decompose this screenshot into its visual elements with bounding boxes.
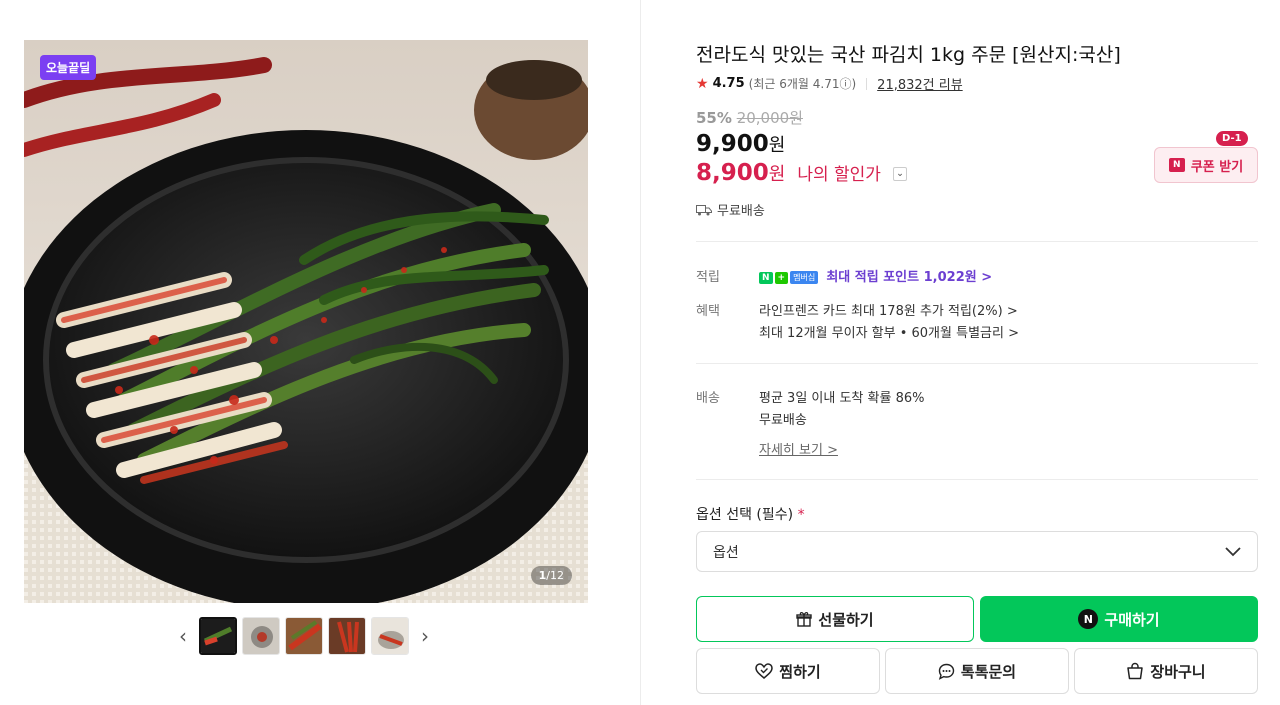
chevron-down-icon [1225,546,1241,556]
delivery-free: 무료배송 [759,413,807,428]
original-price: 20,000원 [736,109,803,127]
coupon-label: 쿠폰 받기 [1190,159,1244,175]
option-title: 옵션 선택 (필수) * [696,504,805,524]
points-label: 적립 [696,270,720,285]
free-shipping-row: 무료배송 [696,200,765,219]
npay-member: 멤버십 [790,271,819,284]
card-benefit-link[interactable]: 라인프렌즈 카드 최대 178원 추가 적립(2%) > [759,300,1018,319]
my-price-label: 나의 할인가 [797,165,881,185]
delivery-more-link[interactable]: 자세히 보기 > [759,439,838,458]
discount-percent: 55% [696,109,732,127]
thumbnail-1[interactable] [199,617,237,655]
divider-2 [696,363,1258,364]
kimchi-photo [24,40,588,603]
thumbnail-3[interactable] [285,617,323,655]
thumbnail-5[interactable] [371,617,409,655]
star-icon: ★ [696,75,709,92]
sale-price-value: 9,900 [696,131,769,157]
sale-price-unit: 원 [768,135,786,156]
image-counter: 1/12 [530,566,572,585]
review-count-link[interactable]: 21,832건 리뷰 [877,74,963,93]
rating-score: 4.75 [712,76,745,91]
thumbnail-2[interactable] [242,617,280,655]
option-select-value: 옵션 [713,544,739,561]
installment-link[interactable]: 최대 12개월 무이자 할부 • 60개월 특별금리 > [759,322,1019,341]
sale-price: 9,900원 [696,131,785,157]
thumbnail-4[interactable] [328,617,366,655]
divider-3 [696,479,1258,480]
heart-icon [755,663,774,679]
buy-button[interactable]: N 구매하기 [980,596,1258,642]
coupon-button[interactable]: N 쿠폰 받기 [1154,147,1258,183]
gift-button[interactable]: 선물하기 [696,596,974,642]
recent-rating: (최근 6개월 4.71ⓘ) [748,77,857,91]
today-deal-badge: 오늘끝딜 [40,55,97,80]
my-discount-price[interactable]: 8,900원 나의 할인가 ⌄ [696,160,907,186]
naver-n-icon: N [1168,158,1185,172]
buy-label: 구매하기 [1104,610,1160,629]
talk-inquiry-button[interactable]: 톡톡문의 [885,648,1069,694]
talk-inquiry-label: 톡톡문의 [960,662,1017,681]
gift-label: 선물하기 [818,610,874,629]
product-main-image[interactable]: 오늘끝딜 1/12 [24,40,588,603]
option-title-text: 옵션 선택 (필수) [696,507,794,523]
option-select[interactable]: 옵션 [696,531,1258,572]
cart-button[interactable]: 장바구니 [1074,648,1258,694]
thumbnail-strip: ‹ › [172,617,436,655]
chevron-left-icon[interactable]: ‹ [172,617,194,655]
points-row[interactable]: N + 멤버십 최대 적립 포인트 1,022원 > [759,266,992,285]
coupon-dday-badge: D-1 [1216,131,1248,146]
benefit-label: 혜택 [696,304,720,319]
wishlist-label: 찜하기 [779,662,821,681]
shopping-bag-icon [1127,662,1144,680]
chevron-down-icon[interactable]: ⌄ [892,166,907,181]
max-points-text: 최대 적립 포인트 1,022원 > [826,270,993,285]
npay-membership-badge: N + 멤버십 [759,271,819,284]
chat-bubble-icon [938,663,955,680]
rating-row: ★ 4.75 (최근 6개월 4.71ⓘ) 21,832건 리뷰 [696,74,963,94]
required-mark: * [797,507,805,523]
gift-icon [796,612,813,627]
product-title: 전라도식 맛있는 국산 파김치 1kg 주문 [원산지:국산] [696,44,1121,66]
recent-rating-text: (최근 6개월 4.71 [748,77,840,91]
npay-n: N [759,271,773,284]
wishlist-button[interactable]: 찜하기 [696,648,880,694]
discount-row: 55% 20,000원 [696,107,803,128]
cart-label: 장바구니 [1150,662,1206,681]
free-shipping-text: 무료배송 [717,204,765,219]
delivery-label: 배송 [696,391,720,406]
delivery-arrival: 평균 3일 이내 도착 확률 86% [759,391,925,406]
naver-pay-icon: N [1078,609,1099,629]
divider-1 [696,241,1258,242]
panel-divider [640,0,641,705]
info-icon[interactable]: ⓘ [839,77,851,91]
my-price-value: 8,900 [696,160,769,186]
product-page: 오늘끝딜 1/12 ‹ › 전라도식 맛있는 국산 파김치 1kg 주문 [원산… [0,0,1280,705]
rating-separator [866,77,868,90]
my-price-unit: 원 [768,164,786,185]
truck-icon [696,204,712,215]
npay-plus: + [774,271,789,284]
image-counter-total: /12 [546,569,564,582]
chevron-right-icon[interactable]: › [414,617,436,655]
